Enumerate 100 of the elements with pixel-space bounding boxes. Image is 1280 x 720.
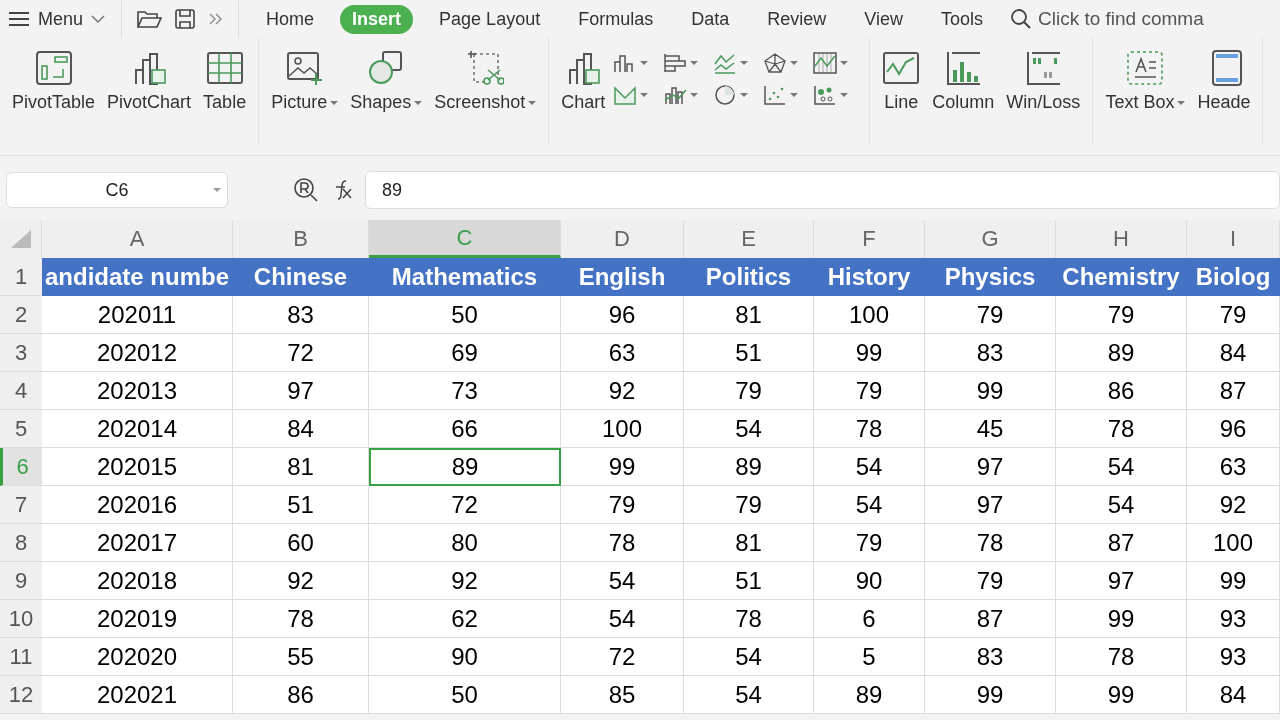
table-cell: 83 xyxy=(233,296,369,334)
ribbon-tab[interactable]: Review xyxy=(755,4,839,34)
table-cell: 83 xyxy=(925,638,1056,676)
table-cell: 86 xyxy=(1056,372,1187,410)
row-header[interactable]: 7 xyxy=(0,486,42,524)
ribbon-button[interactable]: PivotTable xyxy=(6,50,102,113)
menu-icon xyxy=(8,11,30,27)
row-header[interactable]: 10 xyxy=(0,600,42,638)
header-cell: Chinese xyxy=(233,258,369,296)
table-cell: 55 xyxy=(233,638,369,676)
menu-button[interactable]: Menu xyxy=(0,8,114,30)
table-cell: 87 xyxy=(925,600,1056,638)
table-cell: 99 xyxy=(561,448,684,486)
formula-field[interactable]: 89 xyxy=(365,171,1280,209)
table-cell: 202013 xyxy=(42,372,233,410)
table-cell: 93 xyxy=(1187,600,1280,638)
ribbon-tab[interactable]: Page Layout xyxy=(427,4,553,34)
table-cell: 79 xyxy=(684,372,814,410)
table-cell: 92 xyxy=(1187,486,1280,524)
ribbon-button[interactable]: Table xyxy=(197,50,253,113)
table-cell: 78 xyxy=(233,600,369,638)
ribbon-button[interactable]: PivotChart xyxy=(101,50,198,113)
header-cell: Chemistry xyxy=(1056,258,1187,296)
name-box[interactable]: C6 xyxy=(6,172,228,208)
folder-icon[interactable] xyxy=(136,9,163,29)
table-cell: 69 xyxy=(369,334,561,372)
table-cell: 97 xyxy=(925,486,1056,524)
table-cell: 63 xyxy=(1187,448,1280,486)
table-cell: 54 xyxy=(1056,486,1187,524)
table-cell: 202020 xyxy=(42,638,233,676)
table-cell: 54 xyxy=(814,448,925,486)
table-cell: 50 xyxy=(369,676,561,714)
ribbon-tab[interactable]: Data xyxy=(679,4,742,34)
table-cell: 100 xyxy=(561,410,684,448)
table-cell: 87 xyxy=(1056,524,1187,562)
table-cell: 54 xyxy=(684,410,814,448)
header-cell: Physics xyxy=(925,258,1056,296)
header-cell: andidate numbe xyxy=(42,258,233,296)
table-cell: 202021 xyxy=(42,676,233,714)
table-cell: 72 xyxy=(233,334,369,372)
table-cell: 92 xyxy=(369,562,561,600)
ribbon-tab[interactable]: Home xyxy=(254,4,327,34)
pivot-table-icon xyxy=(34,50,73,86)
table-cell: 6 xyxy=(814,600,925,638)
ribbon-button[interactable]: Win/Loss xyxy=(1000,50,1087,113)
row-header[interactable]: 9 xyxy=(0,562,42,600)
header-cell: English xyxy=(561,258,684,296)
row-header[interactable]: 11 xyxy=(0,638,42,676)
search-field[interactable]: Click to find comma xyxy=(1036,7,1230,31)
ribbon-button[interactable]: Line xyxy=(876,50,927,113)
win-loss-icon xyxy=(1024,50,1063,86)
table-cell: 99 xyxy=(814,334,925,372)
picture-icon xyxy=(285,50,324,86)
line-chart-icon xyxy=(882,50,921,86)
row-header[interactable]: 4 xyxy=(0,372,42,410)
ribbon-button[interactable]: Shapes xyxy=(344,50,429,113)
table-cell: 84 xyxy=(1187,676,1280,714)
table-cell: 81 xyxy=(233,448,369,486)
table-cell: 93 xyxy=(1187,638,1280,676)
table-cell: 89 xyxy=(814,676,925,714)
table-cell: 100 xyxy=(1187,524,1280,562)
table-cell: 100 xyxy=(814,296,925,334)
table-cell: 78 xyxy=(684,600,814,638)
ribbon-button[interactable]: Chart xyxy=(555,50,612,113)
table-cell: 78 xyxy=(1056,410,1187,448)
ribbon-button[interactable]: Screenshot xyxy=(428,50,543,113)
table-cell: 81 xyxy=(684,296,814,334)
table-cell: 97 xyxy=(233,372,369,410)
table-cell: 99 xyxy=(1187,562,1280,600)
table-cell: 79 xyxy=(1056,296,1187,334)
table-icon xyxy=(205,50,244,86)
bubble-chart-icon xyxy=(813,84,838,106)
row-header[interactable]: 12 xyxy=(0,676,42,714)
table-cell: 84 xyxy=(233,410,369,448)
table-cell: 51 xyxy=(684,562,814,600)
table-cell: 72 xyxy=(561,638,684,676)
table-cell: 87 xyxy=(1187,372,1280,410)
row-header[interactable]: 3 xyxy=(0,334,42,372)
ribbon-button[interactable]: Heade xyxy=(1191,50,1257,113)
ribbon-button[interactable]: Text Box xyxy=(1099,50,1192,113)
table-cell: 202018 xyxy=(42,562,233,600)
combo-chart-icon xyxy=(663,84,688,106)
ribbon-button[interactable]: Column xyxy=(926,50,1001,113)
ribbon-tab[interactable]: Tools xyxy=(928,4,995,34)
ribbon-tab[interactable]: Formulas xyxy=(566,4,666,34)
ribbon-tab[interactable]: View xyxy=(852,4,915,34)
table-cell: 96 xyxy=(561,296,684,334)
row-header[interactable]: 2 xyxy=(0,296,42,334)
zoom-icon[interactable] xyxy=(293,177,319,203)
row-header[interactable]: 8 xyxy=(0,524,42,562)
table-cell: 99 xyxy=(1056,600,1187,638)
table-cell: 97 xyxy=(1056,562,1187,600)
table-cell: 63 xyxy=(561,334,684,372)
row-header[interactable]: 5 xyxy=(0,410,42,448)
row-header[interactable]: 1 xyxy=(0,258,42,296)
table-cell: 78 xyxy=(1056,638,1187,676)
table-cell: 54 xyxy=(1056,448,1187,486)
save-icon[interactable] xyxy=(174,8,197,30)
header-cell: Politics xyxy=(684,258,814,296)
ribbon-button[interactable]: Picture xyxy=(265,50,345,113)
